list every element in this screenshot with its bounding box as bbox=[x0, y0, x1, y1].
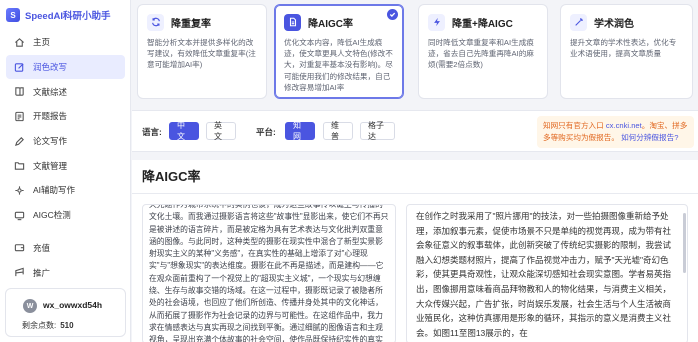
report-icon bbox=[14, 111, 25, 122]
rewritten-text-box[interactable]: 在创作之时我采用了"照片挪用"的技法，对一些拍摄图像重新给予处理，添加叙事元素，… bbox=[406, 204, 688, 342]
original-text: 天光题作为城市系统中的实例也谈，成为这些故事传以诞生与传播的文化土壤。而我通过摄… bbox=[149, 204, 389, 342]
sidebar-item-paper-writing[interactable]: 论文写作 bbox=[6, 129, 125, 154]
document-icon bbox=[284, 13, 301, 31]
app-title: SpeedAI科研小助手 bbox=[25, 11, 111, 22]
ai-assist-icon bbox=[14, 185, 25, 196]
notice-domain-link[interactable]: cx.cnki.net bbox=[606, 121, 642, 130]
cnki-notice: 知网只有官方入口 cx.cnki.net。淘宝、拼多多等购买均为假报告。 如何分… bbox=[537, 116, 694, 148]
mode-description: 提升文章的学术性表达，优化专业术语使用，提高文章质量 bbox=[570, 38, 677, 59]
sidebar-nav: 主页 润色改写 文献综述 开题报告 论文写作 文献管理 AI辅助写作 AIGC检… bbox=[0, 30, 131, 285]
sidebar-item-label: 主页 bbox=[33, 37, 51, 48]
notice-prefix: 知网只有官方入口 bbox=[543, 121, 604, 130]
original-text-box[interactable]: 天光题作为城市系统中的实例也谈，成为这些故事传以诞生与传播的文化土壤。而我通过摄… bbox=[142, 204, 396, 342]
app-logo: S bbox=[6, 8, 20, 22]
mode-card-reduce-both[interactable]: 降重+降AIGC 同时降低文章重复率和AI生成痕迹，省去自己先降重再降AI的麻烦… bbox=[418, 4, 548, 99]
points-remaining: 剩余点数: 510 bbox=[22, 320, 74, 331]
rewritten-text: 在创作之时我采用了"照片挪用"的技法，对一些拍摄图像重新给予处理，添加叙事元素，… bbox=[416, 211, 672, 338]
folder-icon bbox=[14, 160, 25, 171]
result-panel: 降AIGC率 天光题作为城市系统中的实例也谈，成为这些故事传以诞生与传播的文化土… bbox=[132, 160, 698, 342]
brand[interactable]: S SpeedAI科研小助手 bbox=[6, 6, 111, 24]
language-option-english[interactable]: 英文 bbox=[206, 121, 236, 141]
language-label: 语言: bbox=[142, 127, 162, 137]
mode-description: 同时降低文章重复率和AI生成痕迹，省去自己先降重再降AI的麻烦(需要2倍点数) bbox=[428, 38, 534, 70]
options-bar: 语言: 中文 英文 平台: 知网 维普 格子达 知网只有官方入口 cx.cnki… bbox=[132, 110, 698, 152]
sidebar-item-label: 推广 bbox=[33, 267, 51, 278]
sidebar-item-label: 充值 bbox=[33, 242, 51, 253]
mode-title: 降AIGC率 bbox=[308, 18, 353, 30]
sidebar-item-label: 润色改写 bbox=[33, 62, 68, 73]
sidebar-item-label: 文献管理 bbox=[33, 160, 68, 171]
sidebar-item-label: AI辅助写作 bbox=[33, 185, 76, 196]
mode-card-academic-polish[interactable]: 学术润色 提升文章的学术性表达，优化专业术语使用，提高文章质量 bbox=[560, 4, 693, 99]
sidebar-item-home[interactable]: 主页 bbox=[6, 30, 125, 55]
detect-icon bbox=[14, 210, 25, 221]
fake-report-help-link[interactable]: 如何分辨假报告? bbox=[621, 133, 678, 142]
points-value: 510 bbox=[60, 321, 74, 330]
platform-option-vip[interactable]: 维普 bbox=[323, 121, 353, 141]
magic-wand-icon bbox=[570, 13, 587, 31]
refresh-icon bbox=[147, 13, 164, 31]
result-title: 降AIGC率 bbox=[142, 169, 201, 184]
sidebar-item-label: 开题报告 bbox=[33, 111, 68, 122]
book-icon bbox=[14, 86, 25, 97]
platform-option-cnki[interactable]: 知网 bbox=[285, 121, 315, 141]
mode-title: 学术润色 bbox=[594, 18, 634, 30]
mode-card-reduce-aigc[interactable]: 降AIGC率 优化文本内容，降低AI生成痕迹，使文章更具人文特色(修改不大，对重… bbox=[274, 4, 404, 99]
sidebar-item-label: 论文写作 bbox=[33, 136, 68, 147]
user-card[interactable]: W wx_owwxd54h 剩余点数: 510 bbox=[5, 288, 126, 337]
mode-description: 智能分析文本并提供多样化的改写建议，有效降低文章重复率(注意可能增加AI率) bbox=[147, 38, 256, 70]
edit-icon bbox=[14, 62, 25, 73]
sidebar-item-ai-assist[interactable]: AI辅助写作 bbox=[6, 178, 125, 203]
home-icon bbox=[14, 37, 25, 48]
sidebar-item-proposal[interactable]: 开题报告 bbox=[6, 104, 125, 129]
mode-title: 降重复率 bbox=[171, 18, 211, 30]
language-option-chinese[interactable]: 中文 bbox=[169, 121, 199, 141]
sidebar-item-literature-management[interactable]: 文献管理 bbox=[6, 153, 125, 178]
sidebar-item-literature-review[interactable]: 文献综述 bbox=[6, 79, 125, 104]
mode-title: 降重+降AIGC bbox=[452, 18, 513, 30]
check-icon bbox=[387, 9, 398, 20]
sidebar-item-label: 文献综述 bbox=[33, 86, 68, 97]
platform-label: 平台: bbox=[256, 127, 276, 137]
sidebar: S SpeedAI科研小助手 主页 润色改写 文献综述 开题报告 论文写作 文献… bbox=[0, 0, 131, 342]
wallet-icon bbox=[14, 242, 25, 253]
username: wx_owwxd54h bbox=[43, 300, 103, 310]
platform-option-gezida[interactable]: 格子达 bbox=[360, 121, 395, 141]
mode-description: 优化文本内容，降低AI生成痕迹，使文章更具人文特色(修改不大，对重复率基本没有影… bbox=[284, 38, 393, 92]
points-label: 剩余点数: bbox=[22, 321, 57, 330]
divider bbox=[132, 193, 698, 194]
sidebar-item-polish[interactable]: 润色改写 bbox=[6, 54, 125, 80]
pen-icon bbox=[14, 136, 25, 147]
sidebar-item-label: AIGC检测 bbox=[33, 210, 71, 221]
avatar: W bbox=[23, 299, 37, 313]
sidebar-item-aigc-detect[interactable]: AIGC检测 bbox=[6, 203, 125, 228]
bolt-icon bbox=[428, 13, 445, 31]
share-icon bbox=[14, 267, 25, 278]
sidebar-item-promotion[interactable]: 推广 bbox=[6, 260, 125, 285]
scrollbar[interactable] bbox=[683, 213, 686, 273]
sidebar-item-recharge[interactable]: 充值 bbox=[6, 236, 125, 261]
mode-card-reduce-repetition[interactable]: 降重复率 智能分析文本并提供多样化的改写建议，有效降低文章重复率(注意可能增加A… bbox=[137, 4, 267, 99]
